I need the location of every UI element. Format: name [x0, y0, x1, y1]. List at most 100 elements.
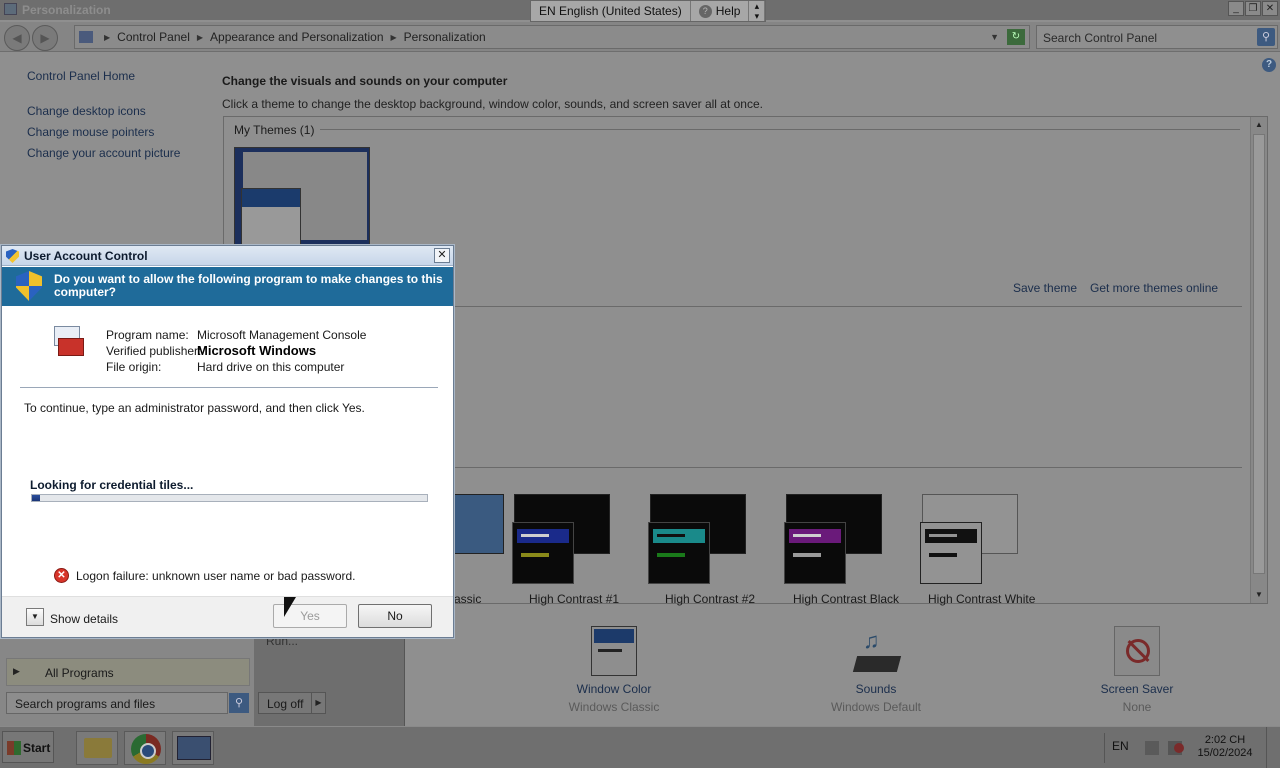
change-account-picture-link[interactable]: Change your account picture	[27, 146, 180, 160]
logon-error-message: Logon failure: unknown user name or bad …	[76, 569, 356, 583]
theme-high-contrast-2[interactable]	[648, 494, 746, 586]
start-search-input[interactable]: Search programs and files	[6, 692, 228, 714]
uac-titlebar: User Account Control ✕	[2, 246, 453, 266]
control-panel-home-link[interactable]: Control Panel Home	[27, 69, 135, 83]
change-mouse-pointers-link[interactable]: Change mouse pointers	[27, 125, 154, 139]
forward-arrow-icon[interactable]: ▶	[32, 25, 58, 51]
change-desktop-icons-link[interactable]: Change desktop icons	[27, 104, 146, 118]
sounds-item[interactable]: ♫ Sounds Windows Default	[816, 626, 936, 715]
credential-progress-bar	[31, 494, 428, 502]
no-button[interactable]: No	[358, 604, 432, 628]
shield-icon	[6, 249, 19, 263]
scroll-thumb[interactable]	[1253, 134, 1265, 574]
search-icon[interactable]: ⚲	[1257, 28, 1275, 46]
window-color-item[interactable]: Window Color Windows Classic	[554, 626, 674, 714]
screen-saver-icon	[1114, 626, 1160, 676]
language-bar-help[interactable]: ? Help	[690, 1, 750, 21]
program-name-label: Program name:	[106, 328, 189, 342]
scroll-up-icon[interactable]: ▲	[1251, 117, 1267, 133]
action-center-icon[interactable]	[1145, 741, 1159, 755]
close-window-button[interactable]: ✕	[1262, 1, 1278, 16]
language-bar: EN English (United States) ? Help ▴ ▾	[530, 0, 767, 22]
uac-dialog: User Account Control ✕ Do you want to al…	[1, 245, 454, 638]
uac-title: User Account Control	[24, 249, 148, 263]
file-explorer-icon[interactable]	[76, 731, 118, 765]
navigation-bar: ◀ ▶ ▶ Control Panel ▶ Appearance and Per…	[0, 22, 1280, 52]
chevron-down-icon[interactable]: ▼	[990, 32, 999, 42]
sounds-value: Windows Default	[830, 700, 922, 714]
window-color-label: Window Color	[576, 682, 652, 696]
minimize-button[interactable]: _	[1228, 1, 1244, 16]
arrow-right-icon[interactable]: ▶	[311, 693, 325, 713]
control-panel-icon	[4, 3, 17, 15]
mmc-icon[interactable]	[172, 731, 214, 765]
arrow-right-icon: ▶	[13, 666, 20, 676]
back-arrow-icon[interactable]: ◀	[4, 25, 30, 51]
breadcrumb-control-panel[interactable]: Control Panel	[117, 30, 190, 44]
uac-banner: Do you want to allow the following progr…	[2, 267, 453, 306]
breadcrumb-personalization[interactable]: Personalization	[404, 30, 486, 44]
mouse-cursor	[284, 597, 296, 617]
window-controls: _ ❐ ✕	[1228, 1, 1278, 16]
sounds-label: Sounds	[855, 682, 897, 696]
show-desktop-button[interactable]	[1266, 727, 1280, 768]
page-subheading: Click a theme to change the desktop back…	[222, 97, 763, 111]
language-selector[interactable]: EN English (United States)	[531, 1, 691, 21]
sounds-icon: ♫	[852, 626, 902, 676]
search-control-panel[interactable]: Search Control Panel ⚲	[1036, 25, 1278, 49]
chevron-down-icon[interactable]: ▼	[26, 608, 44, 626]
file-origin-value: Hard drive on this computer	[197, 360, 345, 374]
file-origin-label: File origin:	[106, 360, 162, 374]
theme-label-windows-classic: assic	[454, 592, 482, 606]
screen-saver-label: Screen Saver	[1100, 682, 1174, 696]
clock[interactable]: 2:02 CH 15/02/2024	[1196, 734, 1254, 760]
page-heading: Change the visuals and sounds on your co…	[222, 74, 508, 88]
show-details-label[interactable]: Show details	[50, 612, 118, 626]
log-off-button[interactable]: Log off ▶	[258, 692, 326, 714]
clock-time: 2:02 CH	[1204, 734, 1246, 746]
tray-language[interactable]: EN	[1112, 739, 1129, 753]
chrome-icon[interactable]	[124, 731, 166, 765]
get-more-themes-link[interactable]: Get more themes online	[1090, 281, 1218, 295]
language-bar-options-icon[interactable]: ▴ ▾	[749, 1, 766, 21]
theme-label-high-contrast-white: High Contrast White	[928, 592, 1036, 606]
uac-instruction: To continue, type an administrator passw…	[24, 401, 365, 415]
help-icon: ?	[698, 4, 712, 18]
theme-high-contrast-1[interactable]	[512, 494, 610, 586]
credential-status: Looking for credential tiles...	[30, 478, 194, 492]
restore-button[interactable]: ❐	[1245, 1, 1261, 16]
scroll-down-icon[interactable]: ▼	[1251, 587, 1267, 603]
search-input[interactable]: Search Control Panel	[1043, 31, 1157, 45]
error-icon: ✕	[54, 568, 69, 583]
window-title: Personalization	[22, 3, 111, 17]
screen-saver-value: None	[1122, 700, 1152, 714]
screen-saver-item[interactable]: Screen Saver None	[1077, 626, 1197, 714]
my-theme-thumbnail[interactable]	[234, 147, 370, 247]
theme-list-scrollbar[interactable]: ▲ ▼	[1250, 117, 1267, 603]
address-bar[interactable]: ▶ Control Panel ▶ Appearance and Persona…	[74, 25, 1030, 49]
theme-high-contrast-black[interactable]	[784, 494, 882, 586]
publisher-value: Microsoft Windows	[197, 343, 317, 358]
volume-muted-icon[interactable]	[1174, 743, 1184, 753]
start-button[interactable]: Start	[2, 731, 54, 763]
uac-question: Do you want to allow the following progr…	[54, 272, 443, 299]
theme-label-high-contrast-1: High Contrast #1	[529, 592, 620, 606]
all-programs-item[interactable]: ▶ All Programs	[6, 658, 250, 686]
help-icon[interactable]: ?	[1262, 58, 1276, 72]
refresh-icon[interactable]: ↻	[1007, 29, 1025, 45]
windows-logo-icon	[7, 741, 21, 755]
breadcrumb-appearance[interactable]: Appearance and Personalization	[210, 30, 383, 44]
program-name-value: Microsoft Management Console	[197, 328, 367, 342]
theme-label-high-contrast-black: High Contrast Black	[793, 592, 900, 606]
progress-fill	[32, 495, 40, 501]
save-theme-link[interactable]: Save theme	[1013, 281, 1077, 295]
control-panel-icon	[79, 31, 93, 43]
theme-high-contrast-white[interactable]	[920, 494, 1018, 586]
divider	[20, 387, 438, 388]
search-icon[interactable]: ⚲	[229, 693, 249, 713]
theme-label-high-contrast-2: High Contrast #2	[665, 592, 756, 606]
start-menu: Run... ▶ All Programs Search programs an…	[0, 630, 405, 726]
all-programs-label: All Programs	[45, 666, 114, 680]
close-icon[interactable]: ✕	[434, 248, 450, 263]
publisher-label: Verified publisher:	[106, 344, 202, 358]
